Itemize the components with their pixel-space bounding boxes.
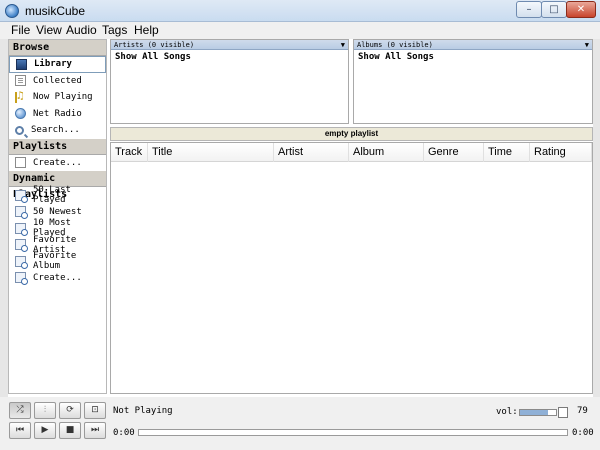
menu-help[interactable]: Help [134, 23, 159, 37]
menu-view[interactable]: View [36, 23, 62, 37]
dynamic-playlist-icon [15, 272, 28, 286]
volume-slider[interactable] [519, 409, 557, 416]
artists-pane: Artists (0 visible) ▼ Show All Songs [110, 39, 349, 124]
column-track[interactable]: Track [111, 143, 148, 162]
sidebar-item-50-last-played[interactable]: 50 Last Played [9, 185, 106, 206]
sidebar-item-net-radio[interactable]: Net Radio [9, 106, 106, 123]
search-icon [15, 125, 24, 135]
playlist-column-header: Track Title Artist Album Genre Time Rati… [111, 143, 592, 162]
sidebar-item-label: Create... [33, 157, 82, 168]
title-bar: musikCube – □ ✕ [0, 0, 600, 22]
sidebar-item-label: Create... [33, 272, 82, 283]
repeat-button[interactable]: ⟳ [59, 402, 81, 419]
sidebar-item-create-dynamic[interactable]: Create... [9, 270, 106, 287]
current-time: 0:00 [113, 428, 135, 438]
playlists-header: Playlists [9, 138, 106, 155]
sidebar-item-label: 50 Last Played [33, 185, 71, 206]
next-button[interactable]: ⏭ [84, 422, 106, 439]
volume-label: vol: [496, 407, 518, 417]
menu-audio[interactable]: Audio [66, 23, 97, 37]
stop-icon: ■ [65, 425, 75, 435]
previous-icon: ⏮ [15, 425, 25, 435]
playlist-title: empty playlist [110, 127, 593, 141]
column-artist[interactable]: Artist [274, 143, 349, 162]
sidebar-item-label: Library [34, 59, 72, 70]
column-genre[interactable]: Genre [424, 143, 484, 162]
minimize-button[interactable]: – [516, 1, 542, 18]
window-title: musikCube [25, 4, 86, 18]
app-icon [5, 4, 19, 18]
sidebar-item-label: Collected [33, 75, 82, 86]
equalizer-button[interactable]: ⫶ [34, 402, 56, 419]
previous-button[interactable]: ⏮ [9, 422, 31, 439]
now-playing-icon [15, 89, 26, 103]
dropdown-arrow-icon[interactable]: ▼ [585, 40, 589, 50]
window-frame-right [593, 22, 600, 450]
sidebar-item-search[interactable]: Search... [9, 122, 106, 139]
sidebar-item-label: Now Playing [33, 92, 93, 103]
albums-pane: Albums (0 visible) ▼ Show All Songs [353, 39, 593, 124]
volume-fill [520, 410, 549, 415]
close-button[interactable]: ✕ [566, 1, 596, 18]
volume-value: 79 [577, 406, 588, 416]
create-icon [15, 157, 26, 169]
player-controls: ⤮ ⫶ ⟳ ⊡ ⏮ ▶ ■ ⏭ Not Playing vol: 79 0:00… [0, 397, 600, 450]
sidebar-item-label: 50 Newest [33, 206, 82, 217]
albums-header-label: Albums (0 visible) [357, 41, 433, 49]
shuffle-icon: ⤮ [16, 405, 24, 415]
artists-show-all-songs[interactable]: Show All Songs [111, 50, 348, 62]
column-rating[interactable]: Rating [530, 143, 592, 162]
column-album[interactable]: Album [349, 143, 424, 162]
sidebar-item-label: Net Radio [33, 108, 82, 119]
window-frame-left [0, 22, 8, 450]
sidebar-item-now-playing[interactable]: Now Playing [9, 89, 106, 106]
menu-file[interactable]: File [11, 23, 30, 37]
sidebar-item-favorite-album[interactable]: Favorite Album [9, 251, 106, 272]
sidebar-item-label: Search... [31, 125, 80, 136]
repeat-icon: ⟳ [66, 405, 74, 415]
next-icon: ⏭ [90, 425, 100, 435]
column-time[interactable]: Time [484, 143, 530, 162]
crossfade-icon: ⊡ [91, 405, 99, 415]
albums-show-all-songs[interactable]: Show All Songs [354, 50, 592, 62]
maximize-button[interactable]: □ [541, 1, 567, 18]
shuffle-button[interactable]: ⤮ [9, 402, 31, 419]
dynamic-playlist-icon [15, 255, 28, 269]
browse-header: Browse [9, 40, 106, 56]
sidebar-item-create-playlist[interactable]: Create... [9, 155, 106, 172]
dynamic-playlist-icon [15, 206, 28, 220]
dynamic-playlist-icon [15, 239, 28, 253]
albums-header[interactable]: Albums (0 visible) ▼ [354, 40, 592, 50]
collected-icon [15, 75, 26, 87]
menu-bar: File View Audio Tags Help [0, 22, 600, 39]
artists-header-label: Artists (0 visible) [114, 41, 195, 49]
column-title[interactable]: Title [148, 143, 274, 162]
dropdown-arrow-icon[interactable]: ▼ [341, 40, 345, 50]
sidebar: Browse Library Collected Now Playing Net… [8, 39, 107, 394]
volume-slider-thumb[interactable] [558, 407, 568, 418]
play-button[interactable]: ▶ [34, 422, 56, 439]
playlist-grid[interactable]: Track Title Artist Album Genre Time Rati… [110, 142, 593, 394]
stop-button[interactable]: ■ [59, 422, 81, 439]
total-time: 0:00 [572, 428, 594, 438]
sidebar-item-label: Favorite Album [33, 251, 77, 272]
menu-tags[interactable]: Tags [102, 23, 127, 37]
seek-bar[interactable] [138, 429, 568, 436]
sidebar-item-library[interactable]: Library [9, 56, 106, 73]
net-radio-icon [15, 108, 26, 120]
dynamic-playlist-icon [15, 222, 28, 236]
library-icon [16, 58, 27, 70]
crossfade-button[interactable]: ⊡ [84, 402, 106, 419]
equalizer-icon: ⫶ [43, 405, 47, 415]
dynamic-playlist-icon [15, 189, 28, 203]
artists-header[interactable]: Artists (0 visible) ▼ [111, 40, 348, 50]
sidebar-item-collected[interactable]: Collected [9, 73, 106, 90]
playback-status: Not Playing [113, 406, 173, 416]
play-icon: ▶ [41, 425, 49, 435]
